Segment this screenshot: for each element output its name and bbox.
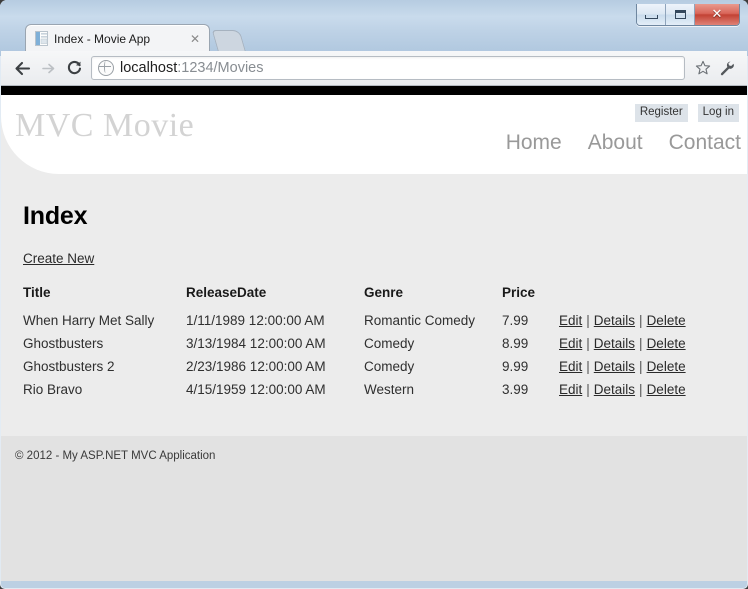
nav-item-about[interactable]: About <box>588 131 643 155</box>
action-separator: | <box>586 382 590 397</box>
action-separator: | <box>639 313 643 328</box>
column-header-title: Title <box>23 285 51 300</box>
cell-title: Ghostbusters 2 <box>23 359 115 374</box>
delete-link[interactable]: Delete <box>647 336 686 351</box>
minimize-icon <box>644 15 658 19</box>
auth-links: Register Log in <box>634 104 739 122</box>
action-separator: | <box>639 382 643 397</box>
back-button[interactable] <box>9 55 35 81</box>
page-title: Index <box>23 202 88 230</box>
action-separator: | <box>586 313 590 328</box>
cell-genre: Western <box>364 382 415 397</box>
table-body: When Harry Met Sally 1/11/1989 12:00:00 … <box>1 309 747 401</box>
delete-link[interactable]: Delete <box>647 313 686 328</box>
page-viewport: MVC Movie Register Log in Home About Con… <box>1 86 747 581</box>
delete-link[interactable]: Delete <box>647 359 686 374</box>
page-background-filler <box>1 477 747 581</box>
browser-toolbar: localhost:1234/Movies <box>1 51 747 86</box>
reload-icon <box>67 60 81 75</box>
globe-icon <box>98 60 114 76</box>
close-icon: ✕ <box>711 7 723 22</box>
cell-actions: Edit | Details | Delete <box>559 332 747 355</box>
site-footer: © 2012 - My ASP.NET MVC Application <box>1 436 747 477</box>
tab-close-icon[interactable]: ✕ <box>187 33 203 45</box>
cell-actions: Edit | Details | Delete <box>559 355 747 378</box>
copyright-text: © 2012 - My ASP.NET MVC Application <box>15 450 216 462</box>
action-separator: | <box>639 336 643 351</box>
cell-price: 8.99 <box>502 336 529 351</box>
reload-button[interactable] <box>61 55 87 81</box>
bookmark-button[interactable] <box>691 56 715 80</box>
cell-actions: Edit | Details | Delete <box>559 309 747 332</box>
back-arrow-icon <box>14 61 30 75</box>
details-link[interactable]: Details <box>594 359 635 374</box>
action-separator: | <box>586 336 590 351</box>
main-navigation: Home About Contact <box>506 131 741 155</box>
browser-menu-button[interactable] <box>715 56 739 80</box>
column-header-release-date: ReleaseDate <box>186 285 267 300</box>
cell-genre: Romantic Comedy <box>364 313 476 328</box>
forward-button[interactable] <box>35 55 61 81</box>
column-header-actions <box>559 285 747 309</box>
table-row: When Harry Met Sally 1/11/1989 12:00:00 … <box>1 309 747 332</box>
edit-link[interactable]: Edit <box>559 359 582 374</box>
edit-link[interactable]: Edit <box>559 313 582 328</box>
maximize-icon <box>674 10 686 19</box>
table-row: Ghostbusters 2 2/23/1986 12:00:00 AM Com… <box>1 355 747 378</box>
tab-strip: Index - Movie App ✕ <box>1 22 747 53</box>
nav-item-contact[interactable]: Contact <box>669 131 741 155</box>
page-icon <box>35 31 48 46</box>
forward-arrow-icon <box>41 63 54 73</box>
browser-tab[interactable]: Index - Movie App ✕ <box>25 24 210 52</box>
cell-actions: Edit | Details | Delete <box>559 378 747 401</box>
url-host: localhost <box>120 60 178 76</box>
cell-title: Ghostbusters <box>23 336 104 351</box>
url-path: :1234/Movies <box>177 60 264 76</box>
nav-item-home[interactable]: Home <box>506 131 562 155</box>
address-bar[interactable]: localhost:1234/Movies <box>91 56 685 80</box>
table-row: Rio Bravo 4/15/1959 12:00:00 AM Western … <box>1 378 747 401</box>
cell-release-date: 3/13/1984 12:00:00 AM <box>186 336 326 351</box>
details-link[interactable]: Details <box>594 382 635 397</box>
cell-genre: Comedy <box>364 336 415 351</box>
main-content: Index Create New Title ReleaseDate Genre… <box>1 174 747 436</box>
tab-title: Index - Movie App <box>54 31 151 46</box>
details-link[interactable]: Details <box>594 336 635 351</box>
new-tab-button[interactable] <box>211 30 247 53</box>
cell-price: 7.99 <box>502 313 529 328</box>
movies-table: Title ReleaseDate Genre Price When Harry… <box>1 285 747 401</box>
cell-title: When Harry Met Sally <box>23 313 155 328</box>
column-header-genre: Genre <box>364 285 404 300</box>
table-header-row: Title ReleaseDate Genre Price <box>1 285 747 309</box>
edit-link[interactable]: Edit <box>559 336 582 351</box>
table-head: Title ReleaseDate Genre Price <box>1 285 747 309</box>
cell-genre: Comedy <box>364 359 415 374</box>
url-text: localhost:1234/Movies <box>120 60 263 76</box>
create-new-link[interactable]: Create New <box>23 251 94 266</box>
site-brand-logo[interactable]: MVC Movie <box>15 109 194 143</box>
star-icon <box>695 60 711 75</box>
cell-release-date: 4/15/1959 12:00:00 AM <box>186 382 326 397</box>
action-separator: | <box>639 359 643 374</box>
cell-release-date: 2/23/1986 12:00:00 AM <box>186 359 326 374</box>
top-accent-bar <box>1 86 747 95</box>
cell-title: Rio Bravo <box>23 382 83 397</box>
action-separator: | <box>586 359 590 374</box>
browser-window: ✕ Index - Movie App ✕ localhost:1234/Mov… <box>0 0 748 589</box>
wrench-icon <box>720 61 734 76</box>
column-header-price: Price <box>502 285 536 300</box>
cell-price: 9.99 <box>502 359 529 374</box>
table-row: Ghostbusters 3/13/1984 12:00:00 AM Comed… <box>1 332 747 355</box>
site-header: MVC Movie Register Log in Home About Con… <box>1 95 747 174</box>
delete-link[interactable]: Delete <box>647 382 686 397</box>
cell-release-date: 1/11/1989 12:00:00 AM <box>186 313 325 328</box>
cell-price: 3.99 <box>502 382 529 397</box>
edit-link[interactable]: Edit <box>559 382 582 397</box>
details-link[interactable]: Details <box>594 313 635 328</box>
register-link[interactable]: Register <box>634 104 688 122</box>
login-link[interactable]: Log in <box>697 104 739 122</box>
